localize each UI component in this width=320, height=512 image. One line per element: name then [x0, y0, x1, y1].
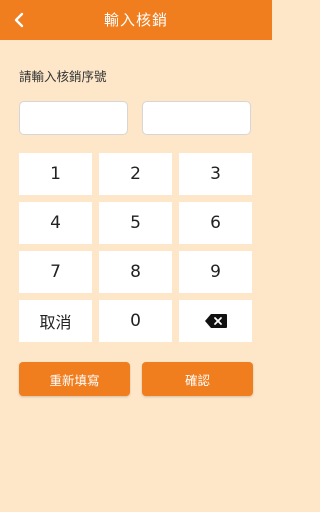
key-6[interactable]: 6 — [179, 202, 252, 244]
reset-button[interactable]: 重新填寫 — [19, 362, 130, 396]
key-1[interactable]: 1 — [19, 153, 92, 195]
app-header: 輸入核銷 — [0, 0, 272, 40]
backspace-icon — [204, 314, 227, 328]
confirm-button[interactable]: 確認 — [142, 362, 253, 396]
key-3[interactable]: 3 — [179, 153, 252, 195]
key-4[interactable]: 4 — [19, 202, 92, 244]
serial-input-2[interactable] — [142, 101, 251, 135]
key-7[interactable]: 7 — [19, 251, 92, 293]
key-8[interactable]: 8 — [99, 251, 172, 293]
cancel-key[interactable]: 取消 — [19, 300, 92, 342]
key-2[interactable]: 2 — [99, 153, 172, 195]
page-title: 輸入核銷 — [103, 11, 168, 29]
serial-input-1[interactable] — [19, 101, 128, 135]
backspace-key[interactable] — [179, 300, 252, 342]
key-9[interactable]: 9 — [179, 251, 252, 293]
key-5[interactable]: 5 — [99, 202, 172, 244]
key-0[interactable]: 0 — [99, 300, 172, 342]
serial-prompt-label: 請輸入核銷序號 — [19, 69, 107, 84]
